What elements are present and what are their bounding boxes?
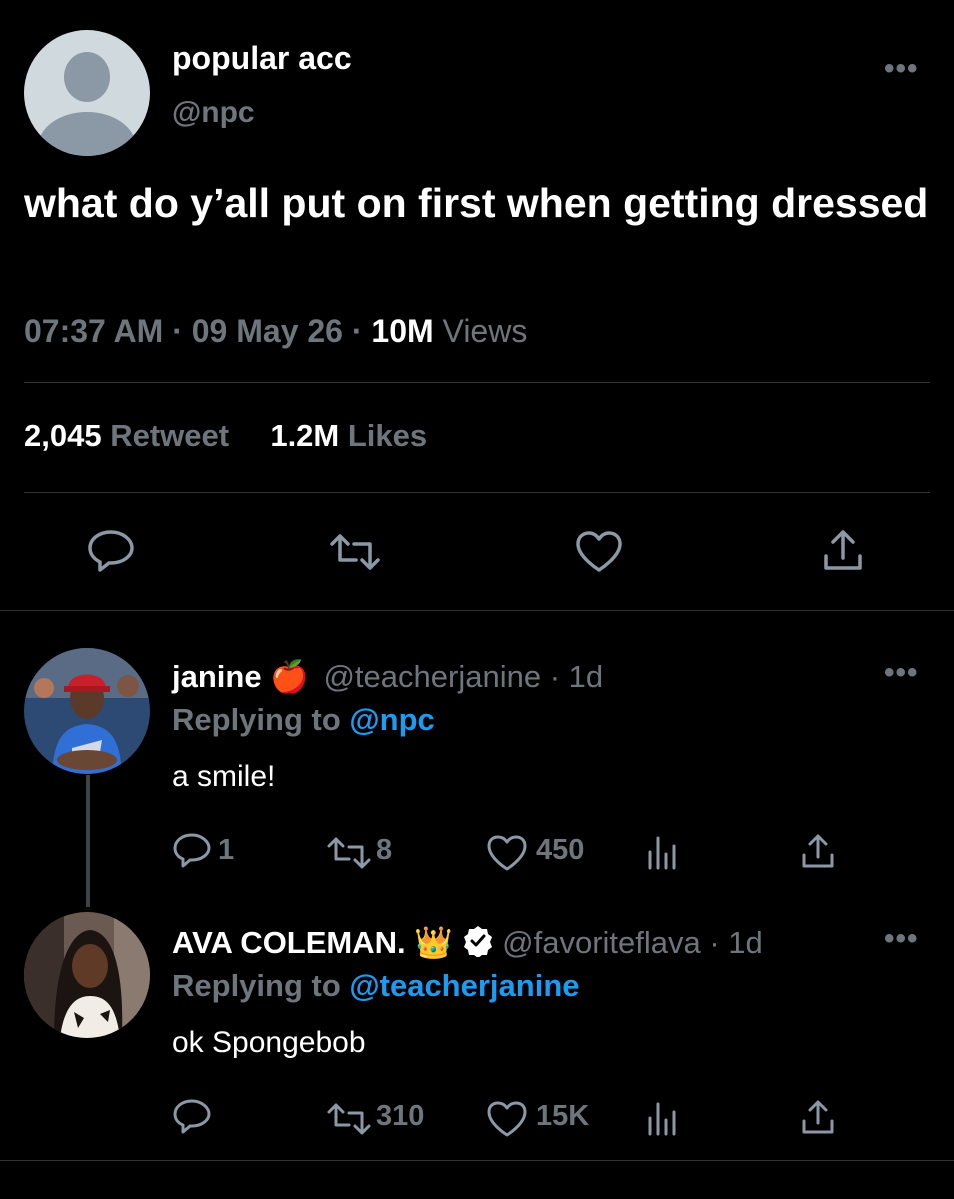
retweet-button[interactable] <box>326 836 372 870</box>
avatar[interactable] <box>24 648 150 774</box>
share-icon <box>824 530 862 570</box>
retweet-icon <box>327 837 371 869</box>
tweet-time: 07:37 AM <box>24 313 164 349</box>
replying-to-label: Replying to <box>172 968 341 1003</box>
more-options-icon[interactable]: ••• <box>884 52 919 86</box>
reply-header: AVA COLEMAN. 👑 @favoriteflava · 1d <box>172 924 763 965</box>
heart-icon <box>576 531 622 572</box>
reply-button[interactable] <box>172 1098 212 1136</box>
tweet-meta: 07:37 AM · 09 May 26 · 10M Views <box>24 313 527 350</box>
like-button[interactable] <box>486 834 528 872</box>
views-label: Views <box>442 313 528 349</box>
replying-to: Replying to @npc <box>172 702 435 738</box>
tweet-text: what do y’all put on first when getting … <box>24 180 929 226</box>
reply-display-name[interactable]: janine <box>172 659 262 694</box>
heart-icon <box>487 1101 527 1137</box>
reply-header: janine 🍎 @teacherjanine · 1d <box>172 658 603 695</box>
reply-count: 1 <box>218 834 235 866</box>
meta-separator: · <box>172 313 183 349</box>
engagement-stats: 2,045 Retweet 1.2M Likes <box>24 418 427 454</box>
reply-icon <box>88 530 134 572</box>
divider <box>0 610 954 611</box>
avatar[interactable] <box>24 912 150 1038</box>
replying-to-label: Replying to <box>172 702 341 737</box>
reply-text: ok Spongebob <box>172 1026 366 1059</box>
divider <box>24 492 930 493</box>
thread-connector-line <box>86 775 90 907</box>
share-icon <box>802 834 834 868</box>
replying-to-handle[interactable]: @teacherjanine <box>349 968 579 1003</box>
share-button[interactable] <box>800 1098 836 1136</box>
analytics-icon <box>648 836 676 870</box>
avatar-default[interactable] <box>24 30 150 156</box>
crown-emoji-icon: 👑 <box>414 925 453 960</box>
retweet-icon <box>327 1103 371 1135</box>
analytics-icon <box>648 1102 676 1136</box>
reply-button[interactable] <box>172 832 212 870</box>
like-count: 15K <box>536 1100 590 1132</box>
reply-age: · 1d <box>549 659 604 694</box>
retweet-count: 8 <box>376 834 393 866</box>
reply-age: · 1d <box>709 925 763 960</box>
retweets-count: 2,045 <box>24 418 102 453</box>
likes-stat[interactable]: 1.2M Likes <box>270 418 427 453</box>
tweet-date: 09 May 26 <box>191 313 343 349</box>
reply-icon <box>173 833 211 868</box>
more-options-icon[interactable]: ••• <box>884 656 919 690</box>
avatar-body-shape <box>38 112 136 156</box>
reply-handle[interactable]: @favoriteflava <box>502 925 701 960</box>
divider <box>24 382 930 383</box>
like-button[interactable] <box>486 1100 528 1138</box>
like-button[interactable] <box>574 530 624 574</box>
analytics-button[interactable] <box>646 1100 680 1136</box>
likes-count: 1.2M <box>270 418 340 453</box>
analytics-button[interactable] <box>646 834 680 870</box>
verified-badge-icon <box>462 925 494 965</box>
retweets-stat[interactable]: 2,045 Retweet <box>24 418 238 453</box>
retweets-label: Retweet <box>110 418 230 453</box>
reply-display-name[interactable]: AVA COLEMAN. <box>172 925 406 960</box>
divider <box>0 1160 954 1161</box>
avatar-head-shape <box>64 52 110 102</box>
avatar-photo <box>24 648 150 774</box>
like-count: 450 <box>536 834 585 866</box>
retweet-icon <box>330 534 380 570</box>
share-button[interactable] <box>800 832 836 870</box>
apple-emoji-icon: 🍎 <box>270 659 309 694</box>
share-button[interactable] <box>820 528 866 574</box>
replying-to: Replying to @teacherjanine <box>172 968 580 1004</box>
heart-icon <box>487 835 527 871</box>
meta-separator: · <box>351 313 363 349</box>
retweet-button[interactable] <box>326 1102 372 1136</box>
likes-label: Likes <box>347 418 428 453</box>
display-name[interactable]: popular acc <box>172 40 352 77</box>
avatar-photo <box>24 912 150 1038</box>
more-options-icon[interactable]: ••• <box>884 922 919 956</box>
reply-handle[interactable]: @teacherjanine <box>323 659 541 694</box>
reply-text: a smile! <box>172 760 276 793</box>
reply-icon <box>173 1099 211 1134</box>
reply-button[interactable] <box>86 528 136 574</box>
retweet-button[interactable] <box>328 532 382 572</box>
views-count: 10M <box>371 313 434 349</box>
retweet-count: 310 <box>376 1100 425 1132</box>
user-handle[interactable]: @npc <box>172 96 255 130</box>
share-icon <box>802 1100 834 1134</box>
replying-to-handle[interactable]: @npc <box>349 702 434 737</box>
